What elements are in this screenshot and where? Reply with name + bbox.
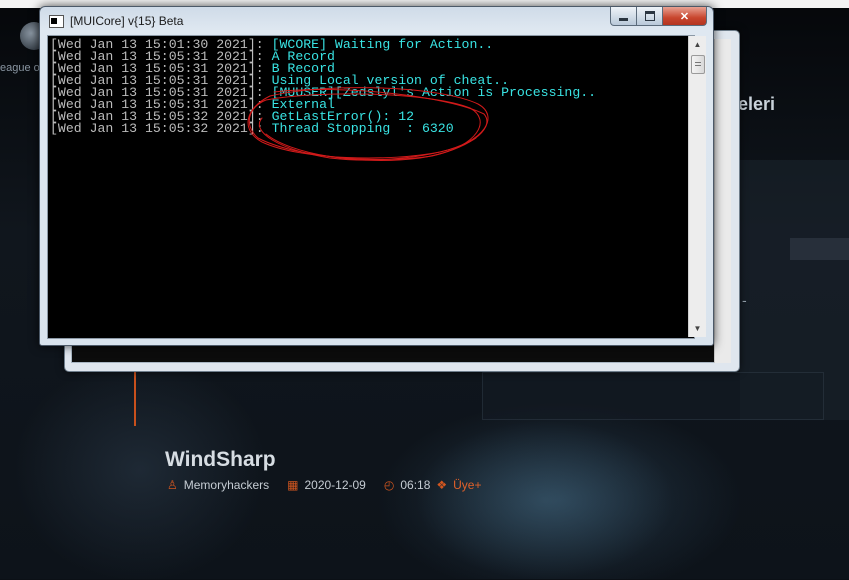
section-heading-fragment: eleri: [738, 94, 776, 114]
content-panel: [482, 372, 824, 420]
post-meta: ♙ Memoryhackers ▦ 2020-12-09 ◴ 06:18 ❖ Ü…: [167, 478, 482, 492]
sidebar-highlight: [790, 238, 849, 260]
console-window: [MUICore] v{15} Beta ✕ [Wed Jan 13 15:01…: [39, 6, 714, 346]
close-icon: ✕: [679, 10, 690, 23]
window-title: [MUICore] v{15} Beta: [70, 14, 184, 28]
background-artwork: [415, 420, 675, 580]
clock-icon: ◴: [383, 478, 395, 492]
post-author[interactable]: Memoryhackers: [184, 478, 269, 492]
console-output[interactable]: [Wed Jan 13 15:01:30 2021]: [WCORE] Wait…: [47, 35, 695, 339]
scroll-thumb[interactable]: [691, 55, 705, 74]
close-button[interactable]: ✕: [663, 7, 707, 26]
post-status-badge: Üye+: [453, 478, 482, 492]
minimize-icon: [619, 17, 628, 21]
console-app-icon[interactable]: [49, 15, 64, 28]
post-title[interactable]: WindSharp: [165, 448, 276, 472]
console-lines: [Wed Jan 13 15:01:30 2021]: [WCORE] Wait…: [50, 38, 596, 136]
user-icon: ♙: [167, 478, 178, 492]
maximize-button[interactable]: [637, 7, 663, 26]
caption-buttons: ✕: [610, 7, 707, 26]
console-line-timestamp: [Wed Jan 13 15:05:32 2021]:: [50, 121, 272, 136]
league-text: eague o: [0, 62, 40, 74]
scroll-down-arrow-icon[interactable]: ▼: [689, 320, 706, 337]
post-time: 06:18: [400, 478, 431, 492]
console-line: [Wed Jan 13 15:05:32 2021]: Thread Stopp…: [50, 121, 596, 136]
maximize-icon: [644, 11, 655, 21]
badge-icon: ❖: [436, 478, 448, 492]
calendar-icon: ▦: [287, 478, 299, 492]
background-scrollbar: [714, 39, 731, 363]
console-line-message: Thread Stopping : 6320: [271, 121, 454, 136]
vertical-scrollbar[interactable]: ▲ ▼: [688, 36, 706, 337]
post-date: 2020-12-09: [304, 478, 366, 492]
title-bar[interactable]: [MUICore] v{15} Beta ✕: [40, 7, 713, 35]
minimize-button[interactable]: [610, 7, 637, 26]
accent-divider: [134, 368, 136, 426]
dash-mark: -: [742, 292, 747, 308]
scroll-up-arrow-icon[interactable]: ▲: [689, 36, 706, 53]
